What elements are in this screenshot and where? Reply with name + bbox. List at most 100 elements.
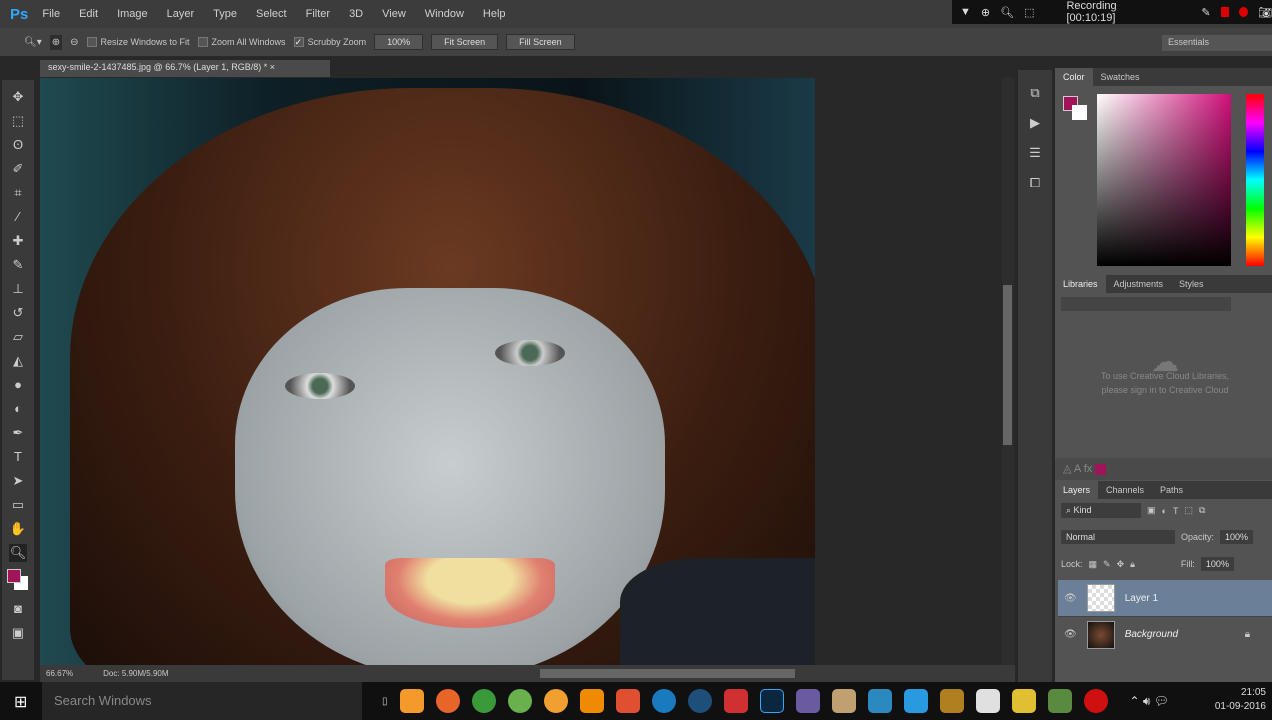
app-icon[interactable]: [831, 689, 856, 713]
color-swatches[interactable]: [6, 568, 30, 594]
visibility-eye-icon[interactable]: 👁︎: [1064, 629, 1077, 640]
blur-tool-icon[interactable]: ●: [9, 376, 27, 394]
tab-channels[interactable]: Channels: [1098, 481, 1152, 499]
zoom-tool-icon[interactable]: 🔍︎▾: [24, 37, 42, 48]
region-icon[interactable]: ⬚: [1024, 6, 1034, 19]
resize-windows-checkbox[interactable]: Resize Windows to Fit: [86, 37, 190, 48]
chrome-icon[interactable]: [975, 689, 1000, 713]
add-graphic-icon[interactable]: ◬: [1063, 463, 1071, 475]
taskbar-search[interactable]: Search Windows: [42, 682, 362, 720]
zoom-all-checkbox[interactable]: Zoom All Windows: [197, 37, 286, 48]
marquee-tool-icon[interactable]: ⬚: [9, 112, 27, 130]
properties-icon[interactable]: ☰: [1026, 144, 1044, 162]
menu-view[interactable]: View: [382, 8, 406, 20]
menu-file[interactable]: File: [42, 8, 60, 20]
menu-layer[interactable]: Layer: [167, 8, 195, 20]
vertical-scroll-thumb[interactable]: [1003, 285, 1012, 445]
workspace-select[interactable]: Essentials: [1162, 35, 1272, 51]
vlc-icon[interactable]: [579, 689, 604, 713]
menu-filter[interactable]: Filter: [306, 8, 330, 20]
crop-tool-icon[interactable]: ⌗: [9, 184, 27, 202]
filter-shape-icon[interactable]: ⬚: [1184, 505, 1193, 516]
type-tool-icon[interactable]: T: [9, 448, 27, 466]
fx-icon[interactable]: fx: [1084, 463, 1093, 475]
doc-size[interactable]: Doc: 5.90M/5.90M: [103, 669, 168, 678]
taskbar-clock[interactable]: 21:05 01-09-2016: [1215, 686, 1266, 714]
layer-name[interactable]: Layer 1: [1125, 593, 1158, 604]
menu-image[interactable]: Image: [117, 8, 148, 20]
screen-mode-icon[interactable]: ▣: [9, 624, 27, 642]
app-icon[interactable]: [795, 689, 820, 713]
filter-adjust-icon[interactable]: ◐: [1162, 506, 1167, 516]
app-icon[interactable]: [399, 689, 424, 713]
zoom-level[interactable]: 66.67%: [46, 669, 73, 678]
tab-adjustments[interactable]: Adjustments: [1106, 275, 1172, 293]
app-icon[interactable]: [903, 689, 928, 713]
photoshop-taskbar-icon[interactable]: [759, 689, 784, 713]
brush-tool-icon[interactable]: ✎: [9, 256, 27, 274]
stamp-tool-icon[interactable]: ⊥: [9, 280, 27, 298]
move-tool-icon[interactable]: ✥: [9, 88, 27, 106]
healing-tool-icon[interactable]: ✚: [9, 232, 27, 250]
scrubby-zoom-checkbox[interactable]: ✓ Scrubby Zoom: [293, 37, 366, 48]
fit-screen-button[interactable]: Fit Screen: [431, 34, 499, 50]
app-icon[interactable]: [543, 689, 568, 713]
menu-select[interactable]: Select: [256, 8, 287, 20]
bucket-tool-icon[interactable]: ◭: [9, 352, 27, 370]
layer-row-layer1[interactable]: 👁︎ Layer 1: [1058, 580, 1272, 616]
lock-position-icon[interactable]: ✥: [1117, 559, 1125, 570]
app-icon[interactable]: [1011, 689, 1036, 713]
dropdown-icon[interactable]: ▼: [960, 6, 971, 18]
visibility-eye-icon[interactable]: 👁︎: [1064, 593, 1077, 604]
app-icon[interactable]: [1047, 689, 1072, 713]
100-percent-button[interactable]: 100%: [374, 34, 424, 50]
hand-tool-icon[interactable]: ✋: [9, 520, 27, 538]
recorder-taskbar-icon[interactable]: [1083, 689, 1108, 713]
fill-field[interactable]: 100%: [1200, 557, 1234, 571]
lock-icon[interactable]: ⊕: [981, 6, 990, 19]
image-canvas[interactable]: [40, 78, 815, 665]
record-icon[interactable]: [1239, 7, 1249, 17]
clone-source-icon[interactable]: ⧠: [1026, 174, 1044, 192]
quick-select-tool-icon[interactable]: ✐: [9, 160, 27, 178]
filter-pixel-icon[interactable]: ▣: [1147, 505, 1156, 516]
lock-transparent-icon[interactable]: ▦: [1089, 559, 1098, 570]
app-icon[interactable]: [471, 689, 496, 713]
windows-start-icon[interactable]: ⊞: [14, 692, 27, 712]
tray-icons[interactable]: ⌃ 🔊︎ 💬︎: [1130, 694, 1170, 709]
pen-icon[interactable]: ✎: [1201, 6, 1210, 19]
history-brush-icon[interactable]: ↺: [9, 304, 27, 322]
pen-tool-icon[interactable]: ✒: [9, 424, 27, 442]
tab-layers[interactable]: Layers: [1055, 481, 1099, 499]
app-icon[interactable]: [651, 689, 676, 713]
fill-screen-button[interactable]: Fill Screen: [506, 34, 575, 50]
opacity-field[interactable]: 100%: [1220, 530, 1254, 544]
history-icon[interactable]: ⧉: [1026, 84, 1044, 102]
horizontal-scroll-thumb[interactable]: [540, 669, 795, 678]
layer-filter-select[interactable]: ⌕ Kind: [1061, 503, 1141, 518]
color-picker-field[interactable]: [1097, 94, 1231, 266]
tab-styles[interactable]: Styles: [1171, 275, 1212, 293]
document-tab[interactable]: sexy-smile-2-1437485.jpg @ 66.7% (Layer …: [40, 60, 330, 77]
layer-row-background[interactable]: 👁︎ Background 🔒︎: [1058, 616, 1272, 652]
quick-mask-icon[interactable]: ◙: [9, 600, 27, 618]
utorrent-icon[interactable]: [507, 689, 532, 713]
path-select-icon[interactable]: ➤: [9, 472, 27, 490]
menu-type[interactable]: Type: [213, 8, 237, 20]
zoom-out-icon[interactable]: ⊖: [70, 37, 78, 48]
zoom-tool-icon[interactable]: 🔍︎: [9, 544, 27, 562]
background-color-swatch[interactable]: [1072, 105, 1087, 120]
add-text-icon[interactable]: A: [1074, 463, 1081, 475]
lasso-tool-icon[interactable]: ʘ: [9, 136, 27, 154]
menu-edit[interactable]: Edit: [79, 8, 98, 20]
stop-icon[interactable]: [1220, 7, 1230, 17]
task-view-icon[interactable]: ▯: [382, 696, 388, 707]
blend-mode-select[interactable]: Normal: [1061, 530, 1175, 544]
app-icon[interactable]: [615, 689, 640, 713]
tab-color[interactable]: Color: [1055, 68, 1093, 86]
app-icon[interactable]: [867, 689, 892, 713]
menu-3d[interactable]: 3D: [349, 8, 363, 20]
eraser-tool-icon[interactable]: ▱: [9, 328, 27, 346]
hue-slider[interactable]: [1246, 94, 1264, 266]
app-icon[interactable]: [939, 689, 964, 713]
